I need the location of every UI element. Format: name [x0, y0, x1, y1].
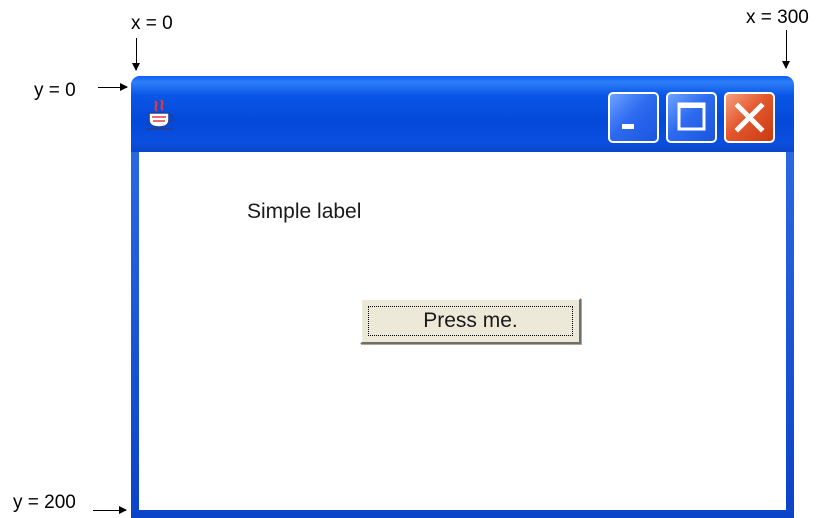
- arrow-right-icon: [98, 83, 128, 91]
- arrow-down-icon: [782, 30, 790, 69]
- close-icon: [734, 102, 765, 133]
- simple-label: Simple label: [247, 200, 362, 223]
- maximize-icon: [677, 102, 706, 131]
- minimize-icon: [622, 124, 634, 129]
- arrow-down-icon: [132, 38, 140, 71]
- annotation-x0: x = 0: [131, 13, 173, 34]
- title-bar[interactable]: [131, 76, 794, 152]
- java-coffee-cup-icon[interactable]: [145, 98, 177, 132]
- content-pane: Simple label Press me.: [139, 152, 786, 510]
- app-window: Simple label Press me.: [131, 76, 794, 518]
- annotation-y0: y = 0: [34, 80, 76, 101]
- arrow-right-icon: [93, 506, 127, 514]
- minimize-button[interactable]: [608, 92, 659, 143]
- annotation-y200: y = 200: [13, 492, 76, 513]
- press-me-button[interactable]: Press me.: [360, 298, 581, 344]
- annotation-x300: x = 300: [746, 7, 809, 28]
- press-me-button-label: Press me.: [368, 306, 573, 336]
- maximize-button[interactable]: [666, 92, 717, 143]
- close-button[interactable]: [724, 92, 775, 143]
